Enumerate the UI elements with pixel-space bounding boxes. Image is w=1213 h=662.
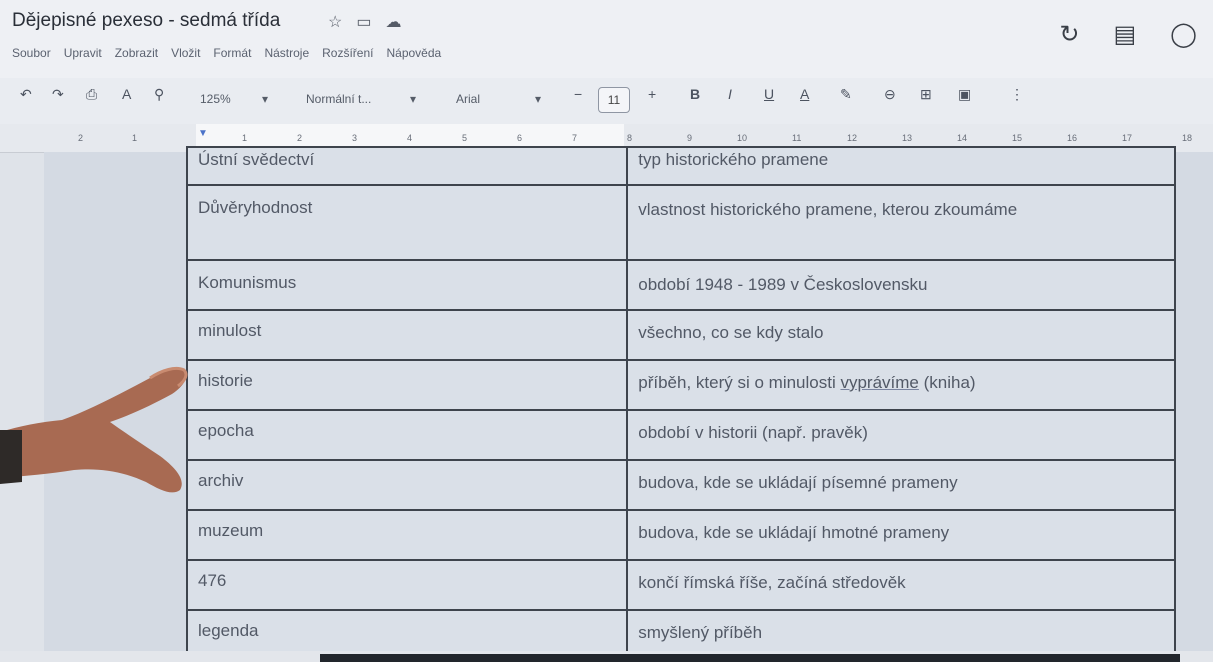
redo-icon[interactable]: ↷ [52,86,64,103]
ruler-number: 9 [687,133,693,143]
table-row: Komunismus období 1948 - 1989 v Českoslov… [185,259,1176,311]
more-options-icon[interactable]: ⋮ [1010,86,1024,103]
term-cell[interactable]: Komunismus [185,259,629,311]
title-bar: Dějepisné pexeso - sedmá třída ☆ ▭ ☁ Sou… [0,0,1213,78]
definition-cell[interactable]: budova, kde se ukládají písemné prameny [626,459,1176,511]
link-icon[interactable]: ⊖ [884,86,896,103]
menu-insert[interactable]: Vložit [171,46,200,60]
definition-cell[interactable]: vlastnost historického pramene, kterou z… [626,184,1176,261]
term-cell[interactable]: 476 [185,559,629,611]
definition-cell[interactable]: budova, kde se ukládají hmotné prameny [626,509,1176,561]
menu-format[interactable]: Formát [213,46,251,60]
menu-edit[interactable]: Upravit [64,46,102,60]
menu-file[interactable]: Soubor [12,46,51,60]
ruler-number: 10 [737,133,748,143]
definition-cell[interactable]: končí římská říše, začíná středověk [626,559,1176,611]
term-cell[interactable]: Ústní svědectví [185,146,629,186]
ruler-number: 7 [572,133,578,143]
italic-button[interactable]: I [728,86,732,102]
ruler-number: 18 [1182,133,1193,143]
header-actions: ↻ ▤ ◯ [1059,20,1197,49]
term-cell[interactable]: epocha [185,409,629,461]
highlight-icon[interactable]: ✎ [840,86,852,103]
definition-cell[interactable]: smyšlený příběh [626,609,1176,655]
font-dropdown-icon[interactable]: ▾ [535,92,541,106]
decrease-font-button[interactable]: − [574,86,582,102]
table-row: muzeum budova, kde se ukládají hmotné pra… [185,509,1176,561]
term-cell[interactable]: archiv [185,459,629,511]
increase-font-button[interactable]: + [648,86,656,102]
table-row: epocha období v historii (např. pravěk) [185,409,1176,461]
ruler-number: 15 [1012,133,1023,143]
paint-format-icon[interactable]: ⚲ [154,86,164,103]
font-select[interactable]: Arial [456,92,480,106]
term-cell[interactable]: muzeum [185,509,629,561]
term-cell[interactable]: minulost [185,309,629,361]
ruler-number: 6 [517,133,523,143]
history-icon[interactable]: ↻ [1059,20,1079,49]
insert-image-icon[interactable]: ▣ [958,86,971,103]
table-row: 476 končí římská říše, začíná středověk [185,559,1176,611]
add-comment-icon[interactable]: ⊞ [920,86,932,103]
definition-text: příběh, který si o minulosti [638,373,841,392]
definition-cell[interactable]: typ historického pramene [626,146,1176,186]
ruler-number: 14 [957,133,968,143]
ruler-number: 3 [352,133,358,143]
meet-icon[interactable]: ◯ [1170,20,1197,49]
definition-text: (kniha) [918,373,976,392]
spellcheck-icon[interactable]: A [122,86,131,102]
underline-button[interactable]: U [764,86,774,102]
definition-cell[interactable]: období 1948 - 1989 v Československu [626,259,1176,311]
indent-marker-icon[interactable]: ▼ [198,128,208,139]
ruler-number: 4 [407,133,413,143]
menu-tools[interactable]: Nástroje [264,46,309,60]
table-row: minulost všechno, co se kdy stalo [185,309,1176,361]
cloud-icon[interactable]: ☁ [385,12,401,32]
bold-button[interactable]: B [690,86,700,102]
ruler-number: 2 [297,133,303,143]
ruler-number: 11 [792,133,802,143]
definition-underlined-word: vyprávíme [840,373,919,392]
folder-icon[interactable]: ▭ [356,12,371,32]
menu-extensions[interactable]: Rozšíření [322,46,373,60]
ruler-number: 5 [462,133,468,143]
table-row: Ústní svědectví typ historického pramene [185,146,1176,186]
table-row: Důvěryhodnost vlastnost historického pram… [185,184,1176,261]
term-cell[interactable]: historie [185,359,629,411]
table-row: archiv budova, kde se ukládají písemné pr… [185,459,1176,511]
menu-help[interactable]: Nápověda [386,46,441,60]
taskbar-edge [320,654,1180,662]
menu-bar: Soubor Upravit Zobrazit Vložit Formát Ná… [12,46,441,60]
ruler-number: 16 [1067,133,1078,143]
table-row: historie příběh, který si o minulosti vyp… [185,359,1176,411]
ruler-number: 2 [78,133,84,143]
ruler-number: 13 [902,133,913,143]
style-dropdown-icon[interactable]: ▾ [410,92,416,106]
style-select[interactable]: Normální t... [306,92,371,106]
vocabulary-table[interactable]: Ústní svědectví typ historického pramene … [185,146,1176,655]
ruler-number: 1 [132,133,138,143]
definition-cell[interactable]: příběh, který si o minulosti vyprávíme (… [626,359,1176,411]
ruler-number: 8 [627,133,633,143]
print-icon[interactable]: ⎙ [86,86,97,103]
document-title[interactable]: Dějepisné pexeso - sedmá třída [12,10,280,32]
ruler-number: 17 [1122,133,1133,143]
comments-icon[interactable]: ▤ [1113,20,1136,49]
table-row: legenda smyšlený příběh [185,609,1176,655]
zoom-dropdown-icon[interactable]: ▾ [262,92,268,106]
zoom-select[interactable]: 125% [200,92,231,106]
ruler-number: 1 [242,133,248,143]
font-size-input[interactable]: 11 [598,87,630,113]
definition-cell[interactable]: všechno, co se kdy stalo [626,309,1176,361]
ruler-number: 12 [847,133,858,143]
menu-view[interactable]: Zobrazit [115,46,158,60]
title-icons: ☆ ▭ ☁ [328,12,401,32]
text-color-button[interactable]: A [800,86,809,102]
star-icon[interactable]: ☆ [328,12,342,32]
definition-cell[interactable]: období v historii (např. pravěk) [626,409,1176,461]
term-cell[interactable]: legenda [185,609,629,655]
pointing-hand [0,366,188,493]
undo-icon[interactable]: ↶ [20,86,32,103]
term-cell[interactable]: Důvěryhodnost [185,184,629,261]
